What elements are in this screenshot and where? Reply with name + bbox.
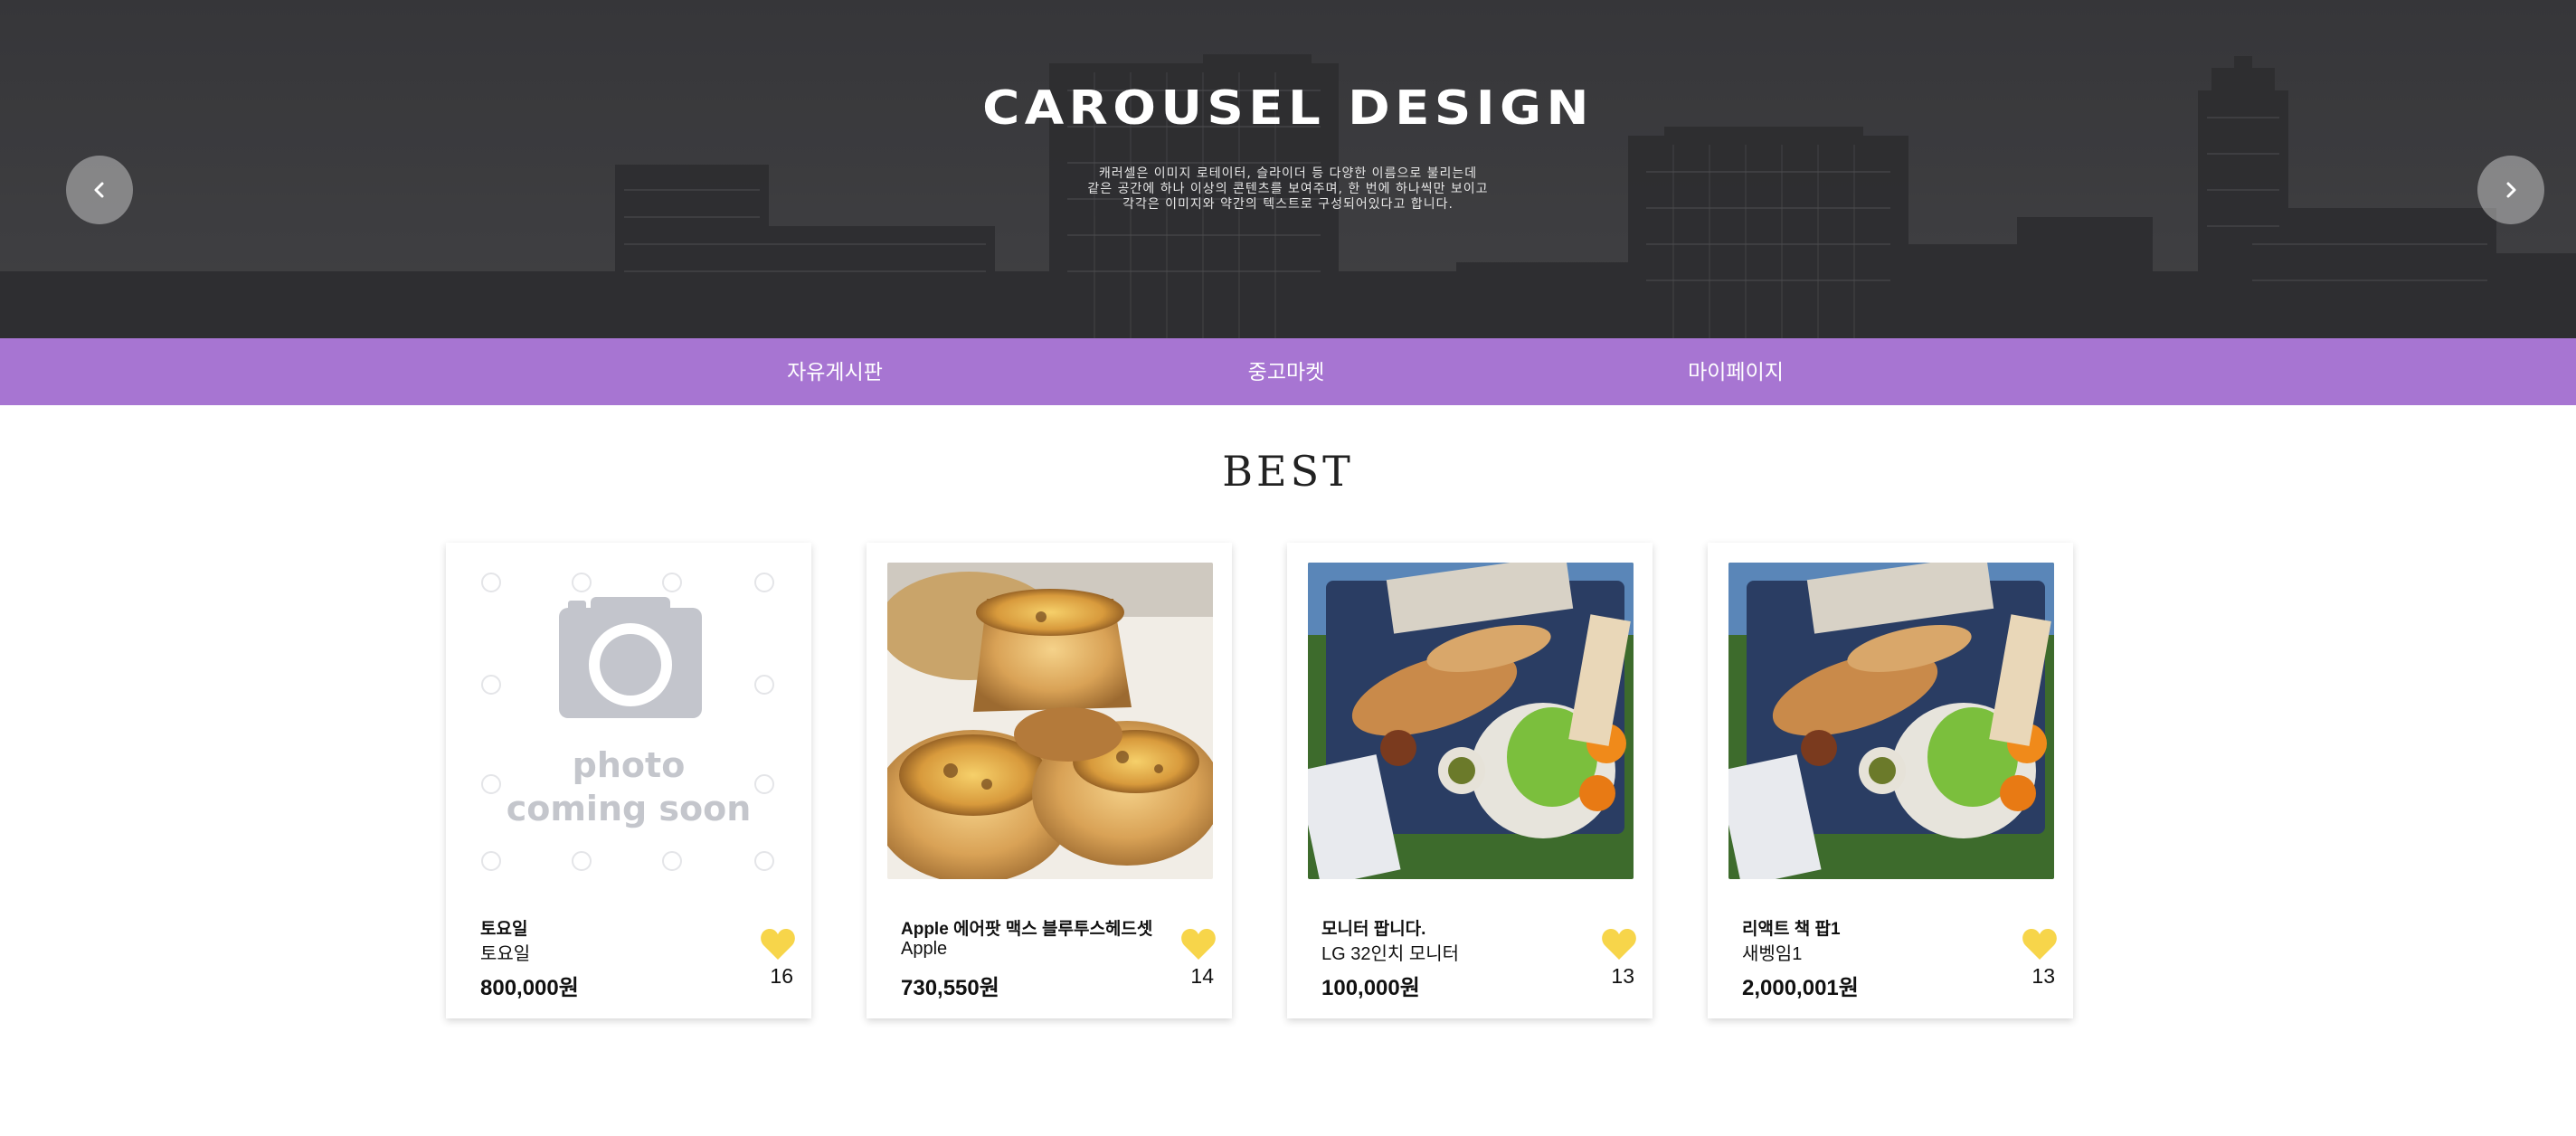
product-title: 모니터 팝니다. <box>1321 920 1426 939</box>
nav-item-used-market[interactable]: 중고마켓 <box>1151 338 1422 405</box>
nav-item-free-board[interactable]: 자유게시판 <box>699 338 971 405</box>
like-count: 14 <box>1190 964 1214 988</box>
nav-item-mypage[interactable]: 마이페이지 <box>1600 338 1871 405</box>
carousel-description-line: 각각은 이미지와 약간의 텍스트로 구성되어있다고 합니다. <box>1122 197 1454 212</box>
product-price: 100,000원 <box>1321 976 1420 1000</box>
carousel-next-button[interactable] <box>2477 156 2544 224</box>
photo-coming-soon-image: photo coming soon <box>446 563 811 879</box>
product-card[interactable]: 모니터 팝니다. LG 32인치 모니터 100,000원 13 <box>1287 543 1653 1018</box>
product-card[interactable]: 리액트 책 팝1 새벵임1 2,000,001원 13 <box>1708 543 2073 1018</box>
chevron-left-icon <box>94 182 104 198</box>
placeholder-line: coming soon <box>506 789 752 828</box>
product-subtitle: 토요일 <box>480 944 531 964</box>
like-count: 13 <box>1611 964 1634 988</box>
product-title: Apple 에어팟 맥스 블루투스헤드셋 <box>901 920 1153 939</box>
product-card[interactable]: Apple 에어팟 맥스 블루투스헤드셋 Apple 730,550원 14 <box>867 543 1232 1018</box>
product-title: 토요일 <box>480 920 528 939</box>
chevron-right-icon <box>2506 182 2516 198</box>
product-subtitle: 새벵임1 <box>1742 944 1803 964</box>
product-price: 800,000원 <box>480 976 579 1000</box>
carousel-description-line: 같은 공간에 하나 이상의 콘텐츠를 보여주며, 한 번에 하나씩만 보이고 <box>1087 182 1489 196</box>
heart-icon[interactable] <box>760 927 796 961</box>
product-subtitle: LG 32인치 모니터 <box>1321 944 1460 964</box>
carousel-description: 캐러셀은 이미지 로테이터, 슬라이더 등 다양한 이름으로 불리는데 같은 공… <box>926 166 1650 213</box>
carousel-description-line: 캐러셀은 이미지 로테이터, 슬라이더 등 다양한 이름으로 불리는데 <box>1098 166 1478 181</box>
egg-tarts-image <box>887 563 1213 879</box>
carousel-prev-button[interactable] <box>66 156 133 224</box>
product-title: 리액트 책 팝1 <box>1742 920 1841 939</box>
main-nav: 자유게시판 중고마켓 마이페이지 <box>0 338 2576 405</box>
product-price: 2,000,001원 <box>1742 976 1859 1000</box>
carousel-title: CAROUSEL DESIGN <box>982 81 1594 136</box>
like-count: 16 <box>770 964 793 988</box>
product-card[interactable]: photo coming soon 토요일 토요일 800,000원 16 <box>446 543 811 1018</box>
picnic-box-image <box>1308 563 1634 879</box>
placeholder-line: photo <box>572 745 686 785</box>
best-section-title: BEST <box>1222 447 1354 496</box>
product-subtitle: Apple <box>901 939 948 959</box>
like-count: 13 <box>2031 964 2055 988</box>
heart-icon[interactable] <box>2022 927 2058 961</box>
product-price: 730,550원 <box>901 976 999 1000</box>
heart-icon[interactable] <box>1180 927 1217 961</box>
camera-icon <box>559 597 702 718</box>
hero-carousel: CAROUSEL DESIGN 캐러셀은 이미지 로테이터, 슬라이더 등 다양… <box>0 0 2576 338</box>
heart-icon[interactable] <box>1601 927 1637 961</box>
picnic-box-image <box>1728 563 2054 879</box>
